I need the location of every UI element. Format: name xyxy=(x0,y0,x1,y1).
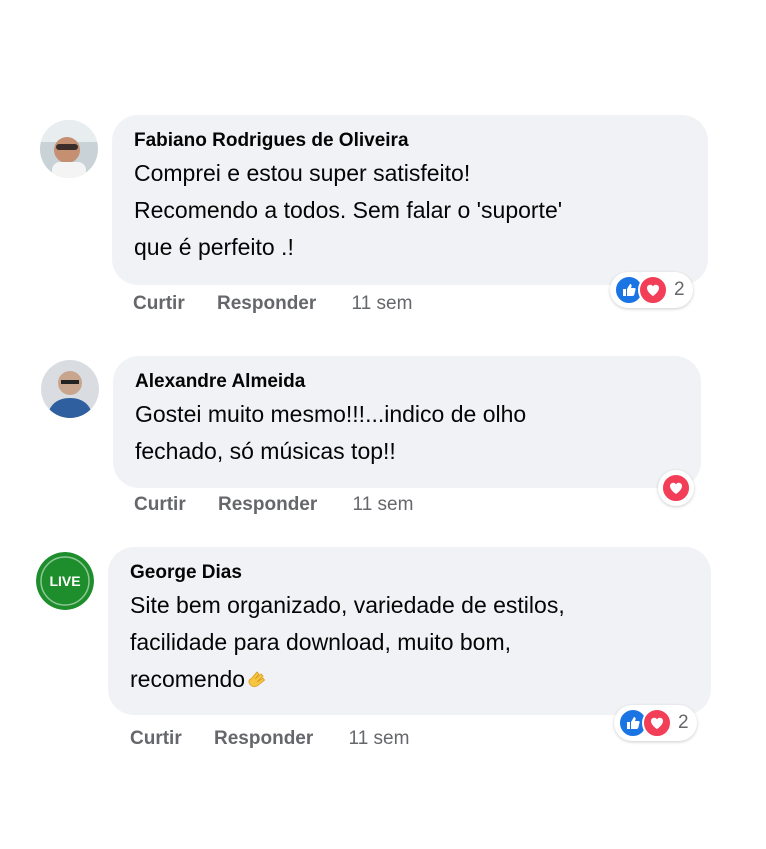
avatar-photo-icon xyxy=(41,360,99,418)
avatar[interactable] xyxy=(41,360,99,418)
like-button[interactable]: Curtir xyxy=(133,293,185,315)
avatar-photo-icon xyxy=(40,120,98,178)
comment-timestamp[interactable]: 11 sem xyxy=(353,494,414,516)
avatar[interactable]: LIVE xyxy=(36,552,94,610)
reply-button[interactable]: Responder xyxy=(218,494,317,516)
comment-bubble: Fabiano Rodrigues de Oliveira Comprei e … xyxy=(112,115,708,285)
comment-actions: Curtir Responder 11 sem xyxy=(133,293,412,315)
comment-timestamp[interactable]: 11 sem xyxy=(349,728,410,750)
love-icon xyxy=(638,275,668,305)
love-icon xyxy=(661,473,691,503)
svg-text:LIVE: LIVE xyxy=(49,573,80,589)
comment-bubble: George Dias Site bem organizado, varieda… xyxy=(108,547,711,715)
reaction-summary[interactable]: 2 xyxy=(614,705,697,741)
reply-button[interactable]: Responder xyxy=(214,728,313,750)
comment-author[interactable]: Alexandre Almeida xyxy=(135,370,679,394)
avatar[interactable] xyxy=(40,120,98,178)
comment-author[interactable]: George Dias xyxy=(130,561,689,585)
live-logo-icon: LIVE xyxy=(36,552,94,610)
comment-timestamp[interactable]: 11 sem xyxy=(352,293,413,315)
like-button[interactable]: Curtir xyxy=(130,728,182,750)
like-button[interactable]: Curtir xyxy=(134,494,186,516)
comment-text: Comprei e estou super satisfeito! Recome… xyxy=(134,160,563,260)
comment-author[interactable]: Fabiano Rodrigues de Oliveira xyxy=(134,129,686,153)
clapping-hands-icon xyxy=(245,665,269,689)
comment-text: Gostei muito mesmo!!!...indico de olho f… xyxy=(135,401,527,464)
reply-button[interactable]: Responder xyxy=(217,293,316,315)
comment-actions: Curtir Responder 11 sem xyxy=(134,494,413,516)
comment-actions: Curtir Responder 11 sem xyxy=(130,728,409,750)
reaction-summary[interactable]: 2 xyxy=(610,272,693,308)
love-icon xyxy=(642,708,672,738)
reaction-count: 2 xyxy=(674,279,685,300)
reaction-count: 2 xyxy=(678,712,689,733)
comment-text: Site bem organizado, variedade de estilo… xyxy=(130,592,565,692)
reaction-summary[interactable] xyxy=(658,470,694,506)
comment-bubble: Alexandre Almeida Gostei muito mesmo!!!.… xyxy=(113,356,701,488)
